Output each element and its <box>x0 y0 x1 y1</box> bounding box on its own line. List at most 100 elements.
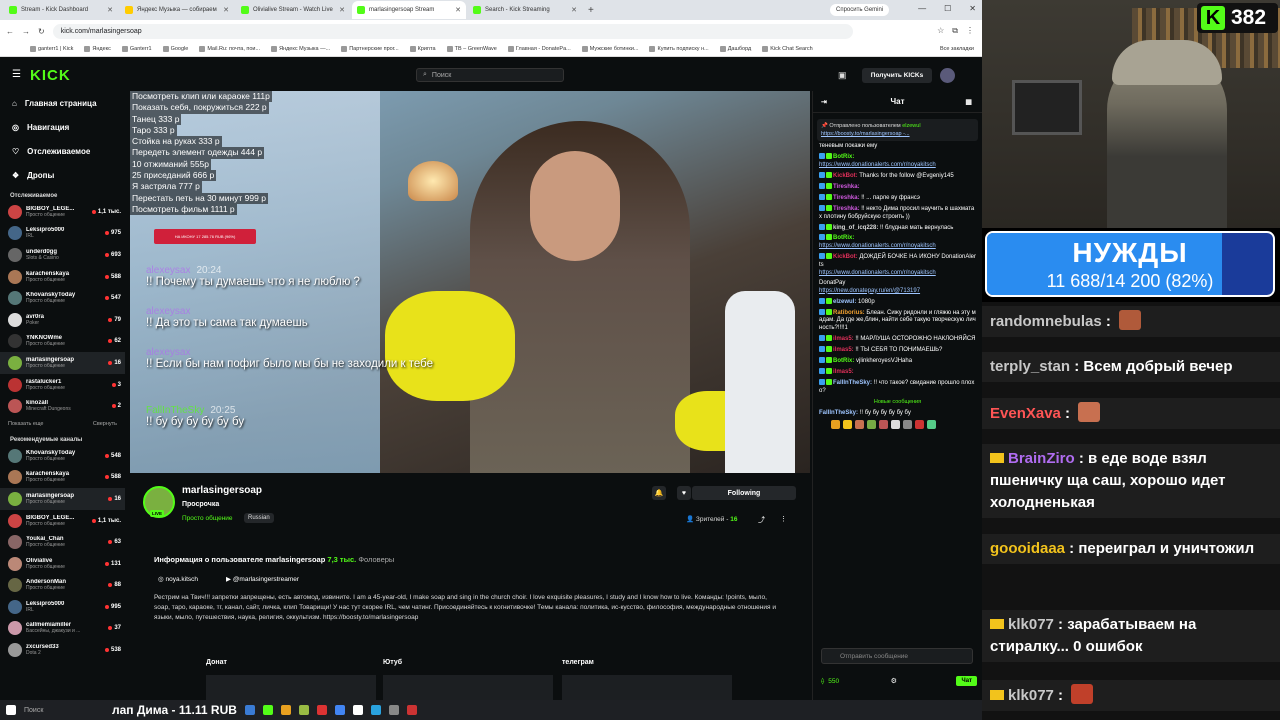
chat-username[interactable]: BotRix: <box>833 235 854 241</box>
sidebar-channel[interactable]: KhovanskyToday Просто общение 547 <box>0 287 125 309</box>
chat-link[interactable]: https://www.donationalerts.com/r/noyakit… <box>819 270 936 276</box>
more-icon[interactable]: ⋮ <box>780 515 787 523</box>
sidebar-channel[interactable]: rastalucker1 Просто общение 3 <box>0 374 125 396</box>
gemini-button[interactable]: Спросить Gemini <box>830 4 890 16</box>
bookmark-item[interactable]: Kick Chat Search <box>762 46 813 52</box>
browse-icon[interactable]: ▣ <box>838 70 847 81</box>
sidebar-channel[interactable]: marlasingersoap Просто общение 16 <box>0 488 125 510</box>
points-icon[interactable]: ⟠ <box>821 677 824 685</box>
channel-name[interactable]: marlasingersoap <box>182 485 262 496</box>
maximize-icon[interactable]: ☐ <box>944 4 951 13</box>
chat-username[interactable]: BotRix: <box>833 154 854 160</box>
chat-popout-icon[interactable]: ▦ <box>965 98 972 106</box>
chat-link[interactable]: https://new.donatepay.ru/en/@713197 <box>819 288 920 294</box>
browser-tab[interactable]: Olivialive Stream - Watch Live ✕ <box>236 1 350 19</box>
bookmark-item[interactable]: Купить подписку н... <box>649 46 709 52</box>
sidebar-channel[interactable]: zxcursed33 Dota 2 538 <box>0 639 125 661</box>
back-icon[interactable]: ← <box>6 27 14 36</box>
star-icon[interactable]: ☆ <box>937 26 944 36</box>
emote-icon[interactable] <box>927 419 936 429</box>
tab-close-icon[interactable]: ✕ <box>339 6 345 14</box>
sidebar-channel[interactable]: kinozall Minecraft Dungeons 2 <box>0 395 125 417</box>
close-icon[interactable]: ✕ <box>969 4 976 13</box>
instagram-link[interactable]: ◎ noya.kitsch <box>158 575 198 583</box>
gear-icon[interactable]: ⚙ <box>891 677 897 685</box>
app-icon-7[interactable] <box>406 705 417 715</box>
sidebar-channel[interactable]: BIGBOY_LEGE... Просто общение 1,1 тыс. <box>0 201 125 223</box>
panel-telegram-image[interactable] <box>562 675 732 700</box>
stream-category[interactable]: Просто общение <box>182 515 233 522</box>
bell-icon[interactable]: 🔔 <box>652 486 666 500</box>
bookmark-item[interactable]: Яндекс <box>84 46 111 52</box>
chat-link[interactable]: https://www.donationalerts.com/r/noyakit… <box>819 162 936 168</box>
bookmark-item[interactable]: ТВ – GreenWave <box>446 46 497 52</box>
chat-username[interactable]: ilmas5: <box>833 369 854 375</box>
chat-username[interactable]: Ratiborius: <box>833 310 865 316</box>
url-field[interactable]: kick.com/marlasingersoap <box>52 23 853 39</box>
chat-username[interactable]: ilmas5: <box>833 347 854 353</box>
sidebar-channel[interactable]: Leksipro5000 IRL 995 <box>0 596 125 618</box>
chat-username[interactable]: Tireshka: <box>833 184 860 190</box>
browser-tab[interactable]: marlasingersoap Stream ✕ <box>352 1 466 19</box>
sidebar-channel[interactable]: Leksipro5000 IRL 975 <box>0 223 125 245</box>
chat-input[interactable]: Отправить сообщение <box>821 648 973 664</box>
bookmark-item[interactable]: ganterr1 | Kick <box>30 46 73 52</box>
panel-youtube-image[interactable] <box>383 675 553 700</box>
hamburger-icon[interactable]: ☰ <box>12 69 21 80</box>
app-icon-3[interactable] <box>298 705 309 715</box>
chat-username[interactable]: ilmas5: <box>833 336 854 342</box>
sidebar-channel[interactable]: Youkai_Chan Просто общение 63 <box>0 531 125 553</box>
chat-username[interactable]: Tireshka: <box>833 206 860 212</box>
windows-start-icon[interactable] <box>6 705 16 715</box>
app-icon-6[interactable] <box>388 705 399 715</box>
taskbar-search[interactable]: Поиск <box>24 707 104 714</box>
emote-icon[interactable] <box>867 419 876 429</box>
app-icon-1[interactable] <box>244 705 255 715</box>
show-more-button[interactable]: Показать еще <box>8 421 44 427</box>
collapse-chat-icon[interactable]: ⇥ <box>821 98 827 106</box>
sidebar-channel[interactable]: karachenskaya Просто общение 588 <box>0 266 125 288</box>
chat-username[interactable]: FallInTheSky: <box>833 380 872 386</box>
all-bookmarks-button[interactable]: Все закладки <box>940 46 974 52</box>
new-tab-icon[interactable]: + <box>588 5 594 16</box>
sidebar-channel[interactable]: avr0ra Poker 79 <box>0 309 125 331</box>
sidebar-channel[interactable]: Olivialive Просто общение 131 <box>0 553 125 575</box>
browser-tab[interactable]: Stream - Kick Dashboard ✕ <box>4 1 118 19</box>
folder-icon[interactable] <box>280 705 291 715</box>
collapse-button[interactable]: Свернуть <box>93 421 117 427</box>
chat-username[interactable]: king_of_icq228: <box>833 225 878 231</box>
search-input[interactable]: ⌕ Поиск <box>416 68 564 82</box>
chat-username[interactable]: KickBot: <box>833 173 858 179</box>
emote-icon[interactable] <box>903 419 912 429</box>
sidebar-channel[interactable]: BIGBOY_LEGE... Просто общение 1,1 тыс. <box>0 510 125 532</box>
chat-username[interactable]: BotRix: <box>833 358 854 364</box>
emote-icon[interactable] <box>843 419 852 429</box>
kick-logo[interactable]: KICK <box>30 67 71 84</box>
send-chat-button[interactable]: Чат <box>956 676 977 686</box>
menu-dots-icon[interactable]: ⋮ <box>966 26 974 36</box>
tab-close-icon[interactable]: ✕ <box>455 6 461 14</box>
bookmark-item[interactable]: Яндекс Музыка —... <box>271 46 330 52</box>
minimize-icon[interactable]: — <box>918 4 926 13</box>
forward-icon[interactable]: → <box>22 27 30 36</box>
app-icon-5[interactable] <box>352 705 363 715</box>
sidebar-channel[interactable]: marlasingersoap Просто общение 16 <box>0 352 125 374</box>
app-icon-4[interactable] <box>316 705 327 715</box>
pinned-link[interactable]: https://boosty.to/marlasingersoap -... <box>821 131 910 137</box>
bookmark-item[interactable]: Mail.Ru: почта, пои... <box>199 46 260 52</box>
sidebar-nav-item[interactable]: ⌂ Главная страница <box>0 91 125 115</box>
chrome-icon[interactable] <box>334 705 345 715</box>
extensions-icon[interactable]: ⧉ <box>952 26 958 36</box>
emote-icon[interactable] <box>891 419 900 429</box>
chat-username[interactable]: KickBot: <box>833 254 858 260</box>
sidebar-nav-item[interactable]: ♡ Отслеживаемое <box>0 139 125 163</box>
bookmark-item[interactable]: Google <box>162 46 188 52</box>
share-icon[interactable]: ⤴ <box>758 515 765 525</box>
chat-username[interactable]: elzewul: <box>833 299 856 305</box>
tab-close-icon[interactable]: ✕ <box>107 6 113 14</box>
bookmark-item[interactable]: Ganterr1 <box>121 46 152 52</box>
bookmark-item[interactable]: Криnта <box>409 46 436 52</box>
get-kicks-button[interactable]: Получить KICKs <box>862 68 932 83</box>
bookmark-item[interactable]: Главная - DonatePa... <box>507 46 571 52</box>
emote-icon[interactable] <box>915 419 924 429</box>
